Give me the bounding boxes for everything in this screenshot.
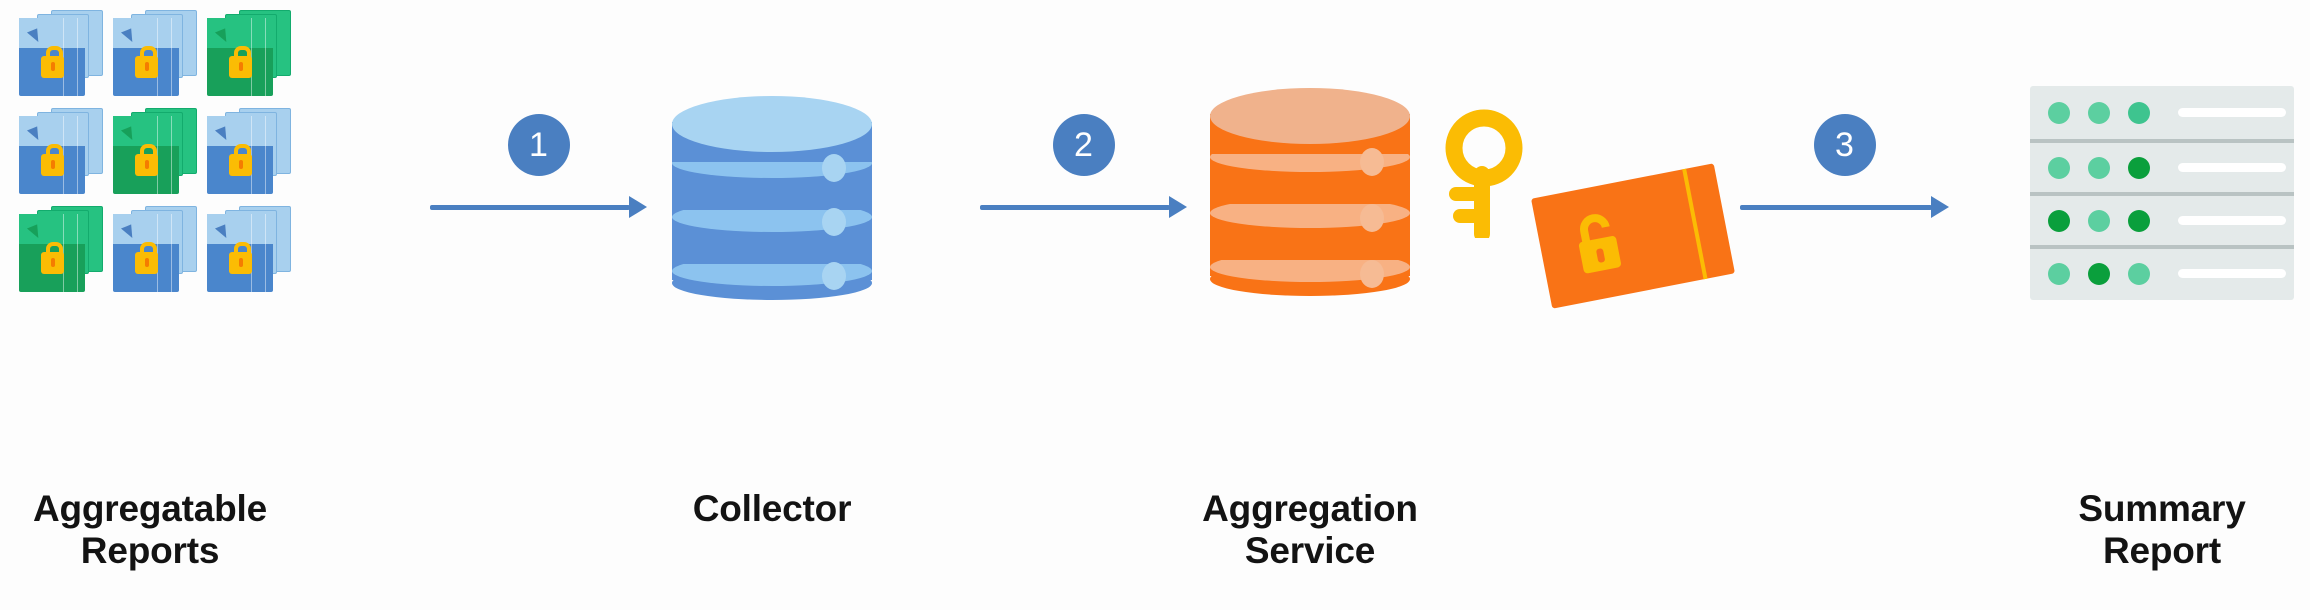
aggregatable-report-icon [111,106,199,198]
label-summary-report: Summary Report [2078,488,2246,572]
aggregatable-report-icon [17,204,105,296]
unlocked-envelope-icon [1531,163,1735,309]
lock-icon [229,46,252,78]
label-collector: Collector [692,488,852,529]
step-3-badge: 3 [1813,114,1876,176]
lock-icon [229,144,252,176]
lock-icon [135,242,158,274]
aggregatable-report-icon [17,106,105,198]
node-collector [672,96,872,304]
summary-row [2030,139,2294,192]
label-aggregatable-reports: Aggregatable Reports [32,488,268,572]
step-1: 1 [430,114,647,218]
lock-icon [135,144,158,176]
summary-row [2030,86,2294,139]
lock-icon [41,242,64,274]
arrow-reports-to-collector [430,196,647,218]
aggregatable-report-icon [205,8,293,100]
aggregatable-report-icon [17,8,105,100]
aggregatable-report-icon [111,204,199,296]
step-2: 2 [980,114,1187,218]
summary-row [2030,245,2294,298]
summary-report-panel-icon [2030,86,2294,300]
lock-icon [41,46,64,78]
aggregatable-reports-grid [17,8,299,302]
lock-icon [229,242,252,274]
label-aggregation-service: Aggregation Service [1202,488,1418,572]
arrow-collector-to-aggregation [980,196,1187,218]
summary-row [2030,192,2294,245]
aggregation-cylinder-icon [1210,88,1410,300]
step-1-badge: 1 [507,114,570,176]
node-aggregation-service [1210,88,1410,300]
step-3: 3 [1740,114,1949,218]
aggregatable-report-icon [111,8,199,100]
step-2-badge: 2 [1052,114,1115,176]
aggregatable-report-icon [205,204,293,296]
aggregatable-report-icon [205,106,293,198]
lock-icon [135,46,158,78]
diagram-canvas: Aggregatable Reports 1 Collector 2 Aggre… [0,0,2310,610]
node-summary-report [2030,86,2294,300]
collector-cylinder-icon [672,96,872,304]
node-aggregatable-reports [8,8,308,302]
arrow-aggregation-to-summary [1740,196,1949,218]
lock-icon [41,144,64,176]
